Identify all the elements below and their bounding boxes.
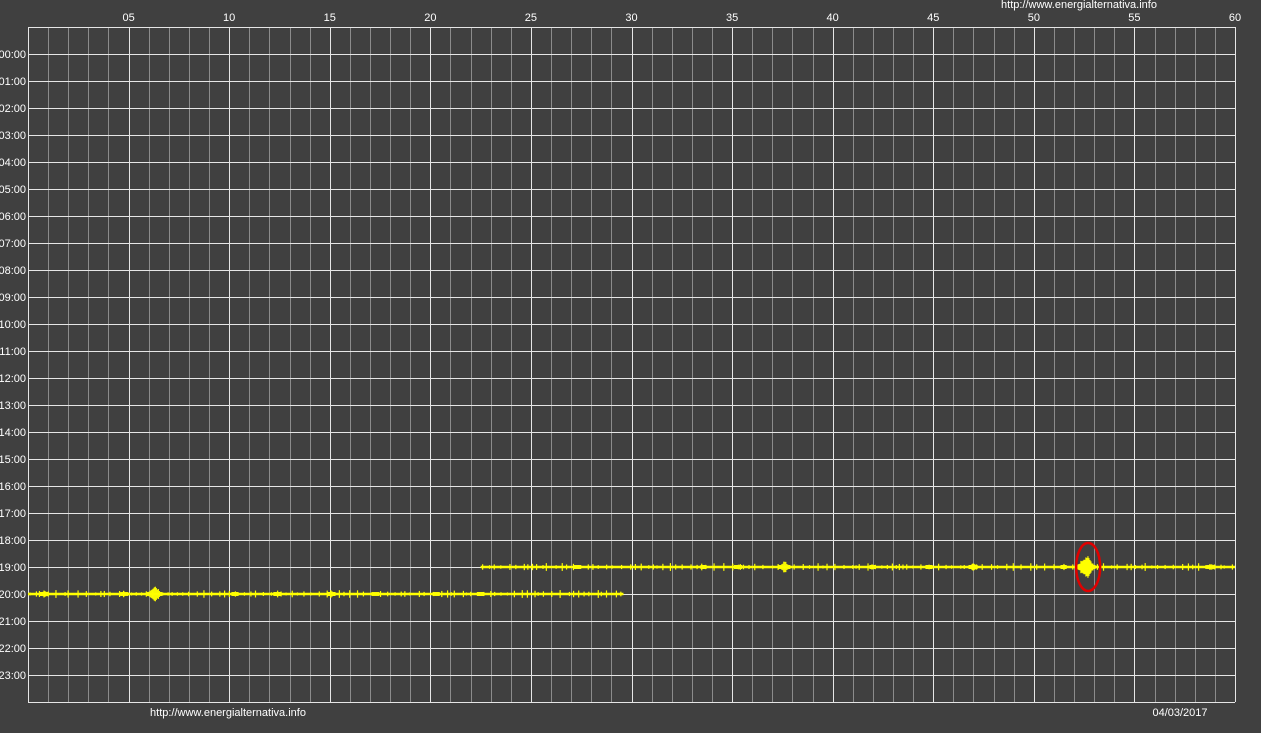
y-tick-label: 06:00 (0, 211, 26, 223)
y-tick-label: 17:00 (0, 508, 26, 520)
y-tick-label: 22:00 (0, 643, 26, 655)
x-tick-label: 40 (827, 12, 839, 24)
y-tick-label: 09:00 (0, 292, 26, 304)
x-tick-label: 50 (1028, 12, 1040, 24)
y-tick-label: 11:00 (0, 346, 26, 358)
x-tick-label: 55 (1128, 12, 1140, 24)
y-tick-label: 20:00 (0, 589, 26, 601)
y-tick-label: 02:00 (0, 103, 26, 115)
y-tick-label: 21:00 (0, 616, 26, 628)
y-tick-label: 07:00 (0, 238, 26, 250)
x-tick-label: 35 (726, 12, 738, 24)
y-tick-label: 23:00 (0, 670, 26, 682)
y-tick-label: 03:00 (0, 130, 26, 142)
x-tick-label: 45 (927, 12, 939, 24)
y-tick-label: 08:00 (0, 265, 26, 277)
x-tick-label: 15 (324, 12, 336, 24)
y-tick-label: 14:00 (0, 427, 26, 439)
date-label: 04/03/2017 (1152, 707, 1207, 719)
y-tick-label: 05:00 (0, 184, 26, 196)
x-tick-label: 20 (424, 12, 436, 24)
seismogram-chart: 05 10 15 20 25 30 35 40 45 50 55 60 00:00 01:00 02:00… (0, 0, 1261, 733)
y-tick-label: 00:00 (0, 49, 26, 61)
x-tick-label: 60 (1229, 12, 1241, 24)
y-tick-label: 15:00 (0, 454, 26, 466)
watermark-bottom: http://www.energialternativa.info (150, 707, 306, 719)
y-tick-label: 04:00 (0, 157, 26, 169)
y-tick-label: 13:00 (0, 400, 26, 412)
y-tick-label: 12:00 (0, 373, 26, 385)
y-tick-label: 16:00 (0, 481, 26, 493)
y-tick-label: 19:00 (0, 562, 26, 574)
y-tick-label: 10:00 (0, 319, 26, 331)
x-tick-label: 25 (525, 12, 537, 24)
watermark-top: http://www.energialternativa.info (1001, 0, 1157, 11)
y-tick-label: 18:00 (0, 535, 26, 547)
x-tick-label: 30 (625, 12, 637, 24)
x-tick-label: 10 (223, 12, 235, 24)
x-tick-label: 05 (122, 12, 134, 24)
y-tick-label: 01:00 (0, 76, 26, 88)
